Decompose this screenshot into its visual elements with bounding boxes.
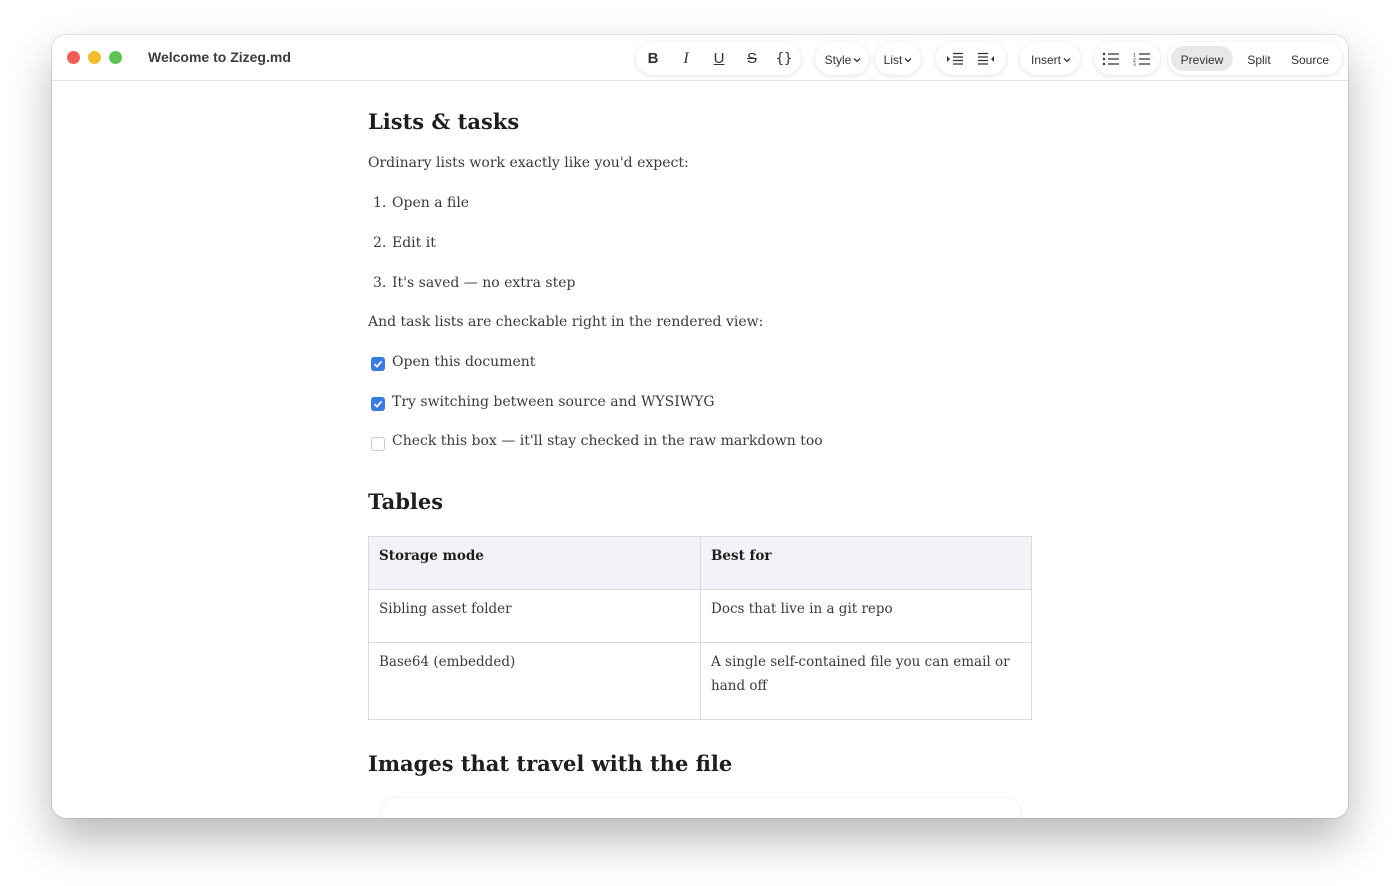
insert-dropdown[interactable]: Insert — [1020, 42, 1080, 75]
svg-text:3: 3 — [1133, 62, 1136, 66]
list-number: 3. — [373, 275, 387, 291]
table-cell: Docs that live in a git repo — [700, 589, 1032, 643]
chevron-down-icon — [1063, 57, 1071, 62]
list-item-text: Open a file — [392, 195, 470, 211]
source-mode-button[interactable]: Source — [1284, 51, 1336, 68]
list-number: 1. — [373, 195, 387, 211]
paragraph: Ordinary lists work exactly like you'd e… — [368, 155, 689, 171]
list-item-text: It's saved — no extra step — [392, 275, 576, 291]
italic-button[interactable]: I — [675, 50, 697, 67]
task-text: Open this document — [392, 354, 536, 370]
checkmark-icon — [373, 360, 383, 368]
table-cell: Sibling asset folder — [368, 589, 701, 643]
list-type-toolbar: 123 — [1094, 42, 1160, 75]
list-label: List — [883, 52, 903, 67]
table-header-cell: Storage mode — [368, 536, 701, 590]
task-checkbox-checked[interactable] — [371, 357, 385, 371]
indent-toolbar — [936, 42, 1006, 75]
chevron-down-icon — [904, 57, 912, 62]
format-toolbar: B I U S {} — [636, 42, 801, 75]
bulleted-list-icon[interactable] — [1101, 50, 1121, 67]
style-label: Style — [824, 52, 852, 67]
code-button[interactable]: {} — [772, 50, 796, 67]
app-window: Welcome to Zizeg.md B I U S {} Style Lis… — [52, 35, 1348, 818]
table-header-row: Storage mode Best for — [368, 536, 1032, 590]
heading-lists-tasks: Lists & tasks — [368, 109, 520, 134]
task-text: Check this box — it'll stay checked in t… — [392, 433, 823, 449]
style-dropdown[interactable]: Style — [815, 42, 869, 75]
table-cell: Base64 (embedded) — [368, 642, 701, 720]
title-bar: Welcome to Zizeg.md B I U S {} Style Lis… — [52, 35, 1348, 81]
view-mode-toggle: Preview Split Source — [1168, 42, 1342, 75]
list-item-text: Edit it — [392, 235, 436, 251]
numbered-list-icon[interactable]: 123 — [1132, 50, 1152, 67]
document-area[interactable]: Lists & tasks Ordinary lists work exactl… — [52, 82, 1348, 818]
split-mode-button[interactable]: Split — [1238, 51, 1280, 68]
table-header-cell: Best for — [700, 536, 1032, 590]
table-row: Base64 (embedded) A single self-containe… — [368, 642, 1032, 720]
insert-label: Insert — [1030, 52, 1061, 67]
outdent-icon[interactable] — [976, 50, 996, 67]
indent-icon[interactable] — [945, 50, 965, 67]
bold-button[interactable]: B — [642, 50, 664, 67]
table-row: Sibling asset folder Docs that live in a… — [368, 589, 1032, 643]
preview-mode-button[interactable]: Preview — [1171, 51, 1233, 68]
paragraph: And task lists are checkable right in th… — [368, 314, 764, 330]
window-title: Welcome to Zizeg.md — [148, 49, 291, 65]
heading-tables: Tables — [368, 489, 444, 514]
heading-images: Images that travel with the file — [368, 751, 733, 776]
underline-button[interactable]: U — [708, 50, 730, 67]
minimize-window-button[interactable] — [88, 51, 101, 64]
table-cell: A single self-contained file you can ema… — [700, 642, 1032, 720]
close-window-button[interactable] — [67, 51, 80, 64]
strikethrough-button[interactable]: S — [741, 50, 763, 67]
checkmark-icon — [373, 400, 383, 408]
list-dropdown[interactable]: List — [875, 42, 921, 75]
task-checkbox-unchecked[interactable] — [371, 437, 385, 451]
task-checkbox-checked[interactable] — [371, 397, 385, 411]
storage-table: Storage mode Best for Sibling asset fold… — [368, 536, 1032, 720]
list-number: 2. — [373, 235, 387, 251]
task-text: Try switching between source and WYSIWYG — [392, 394, 715, 410]
maximize-window-button[interactable] — [109, 51, 122, 64]
embedded-screenshot-preview — [382, 798, 1020, 818]
chevron-down-icon — [853, 57, 861, 62]
